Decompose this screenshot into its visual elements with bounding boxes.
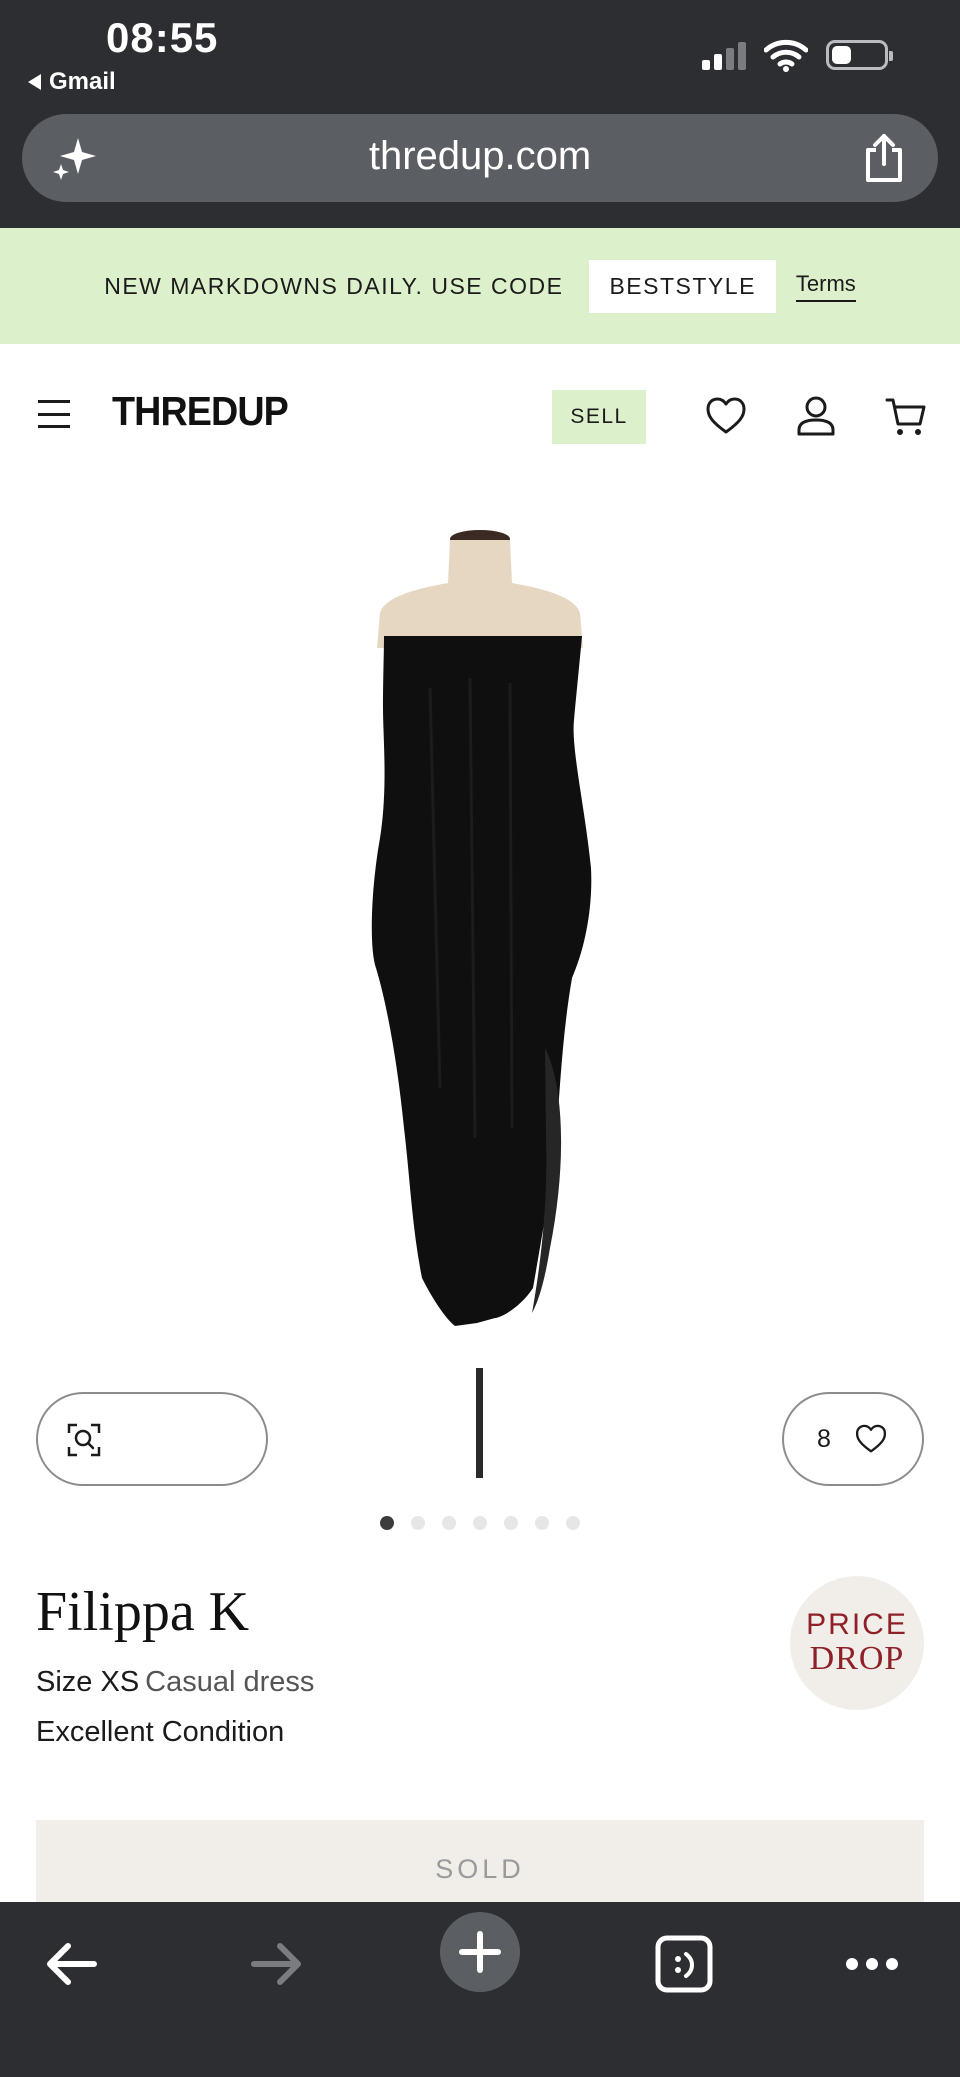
- share-icon[interactable]: [860, 132, 908, 184]
- product-size-line: Size XS Casual dress: [36, 1666, 314, 1699]
- heart-icon[interactable]: [704, 394, 748, 438]
- cellular-signal-icon: [702, 40, 746, 70]
- back-to-app-link[interactable]: Gmail: [28, 68, 116, 96]
- back-app-label: Gmail: [49, 68, 116, 95]
- status-time: 08:55: [106, 14, 219, 61]
- product-brand[interactable]: Filippa K: [36, 1580, 249, 1644]
- price-drop-badge: PRICE DROP: [790, 1576, 924, 1710]
- promo-text: NEW MARKDOWNS DAILY. USE CODE: [104, 272, 564, 299]
- promo-banner: NEW MARKDOWNS DAILY. USE CODE BESTSTYLE …: [0, 228, 960, 344]
- gallery-dot[interactable]: [566, 1516, 580, 1530]
- address-bar[interactable]: thredup.com: [22, 114, 938, 202]
- product-category: Casual dress: [145, 1666, 315, 1698]
- product-gallery[interactable]: 8: [0, 488, 960, 1530]
- favorite-button[interactable]: 8: [782, 1392, 924, 1486]
- gallery-dot[interactable]: [504, 1516, 518, 1530]
- tabs-icon[interactable]: [644, 1924, 724, 2004]
- back-arrow-icon[interactable]: [32, 1924, 112, 2004]
- site-logo[interactable]: THREDUP: [112, 388, 289, 435]
- account-icon[interactable]: [794, 394, 838, 438]
- visual-search-button[interactable]: [36, 1392, 268, 1486]
- site-header: THREDUP SELL: [0, 344, 960, 488]
- gallery-dot[interactable]: [411, 1516, 425, 1530]
- gallery-pagination[interactable]: [0, 1516, 960, 1530]
- product-image[interactable]: [0, 488, 960, 1488]
- wifi-icon: [764, 39, 808, 72]
- gallery-dot[interactable]: [535, 1516, 549, 1530]
- cart-icon[interactable]: [884, 394, 928, 438]
- new-tab-button[interactable]: [440, 1912, 520, 1992]
- browser-chrome: 08:55 Gmail thredup.com: [0, 0, 960, 228]
- forward-arrow-icon[interactable]: [236, 1924, 316, 2004]
- menu-icon[interactable]: [38, 400, 70, 428]
- product-size: Size XS: [36, 1666, 140, 1698]
- battery-icon: [826, 40, 893, 70]
- browser-toolbar: [0, 1902, 960, 2077]
- new-tab-plus-icon: [459, 1931, 501, 1973]
- promo-terms-link[interactable]: Terms: [795, 271, 856, 302]
- promo-code[interactable]: BESTSTYLE: [589, 259, 776, 313]
- product-condition: Excellent Condition: [36, 1716, 285, 1748]
- favorite-count: 8: [817, 1424, 831, 1453]
- gallery-dot[interactable]: [380, 1516, 394, 1530]
- more-icon[interactable]: [832, 1924, 912, 2004]
- url-text[interactable]: thredup.com: [22, 134, 938, 179]
- gallery-dot[interactable]: [442, 1516, 456, 1530]
- heart-icon: [855, 1424, 887, 1453]
- price-drop-line1: PRICE: [806, 1608, 908, 1641]
- gallery-dot[interactable]: [473, 1516, 487, 1530]
- sell-button[interactable]: SELL: [552, 390, 646, 444]
- status-icons: [702, 38, 893, 72]
- visual-search-icon: [67, 1423, 101, 1457]
- price-drop-line2: DROP: [809, 1640, 905, 1677]
- back-triangle-icon: [28, 74, 41, 90]
